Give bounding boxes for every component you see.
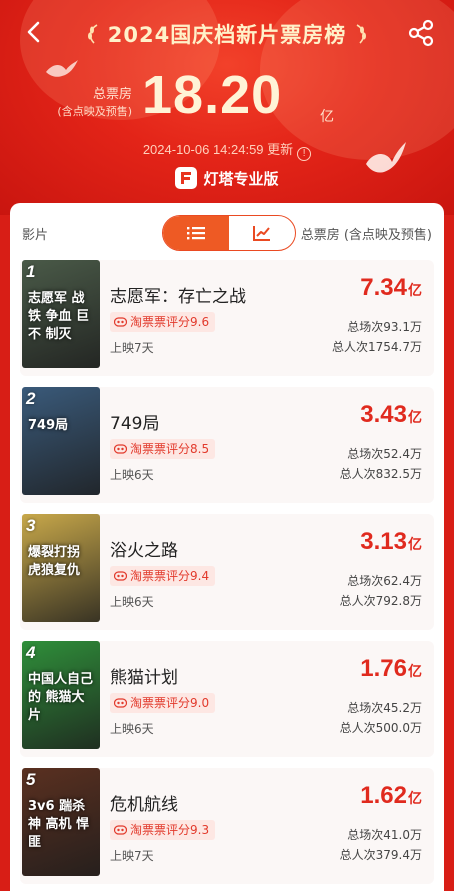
movie-gross: 3.13亿 xyxy=(360,528,422,556)
brand-name: 灯塔专业版 xyxy=(203,169,279,188)
page-title: 2024国庆档新片票房榜 xyxy=(107,23,347,47)
session-count: 总场次45.2万 xyxy=(347,701,422,715)
rating-text: 淘票票评分8.5 xyxy=(130,442,210,456)
movie-gross-unit: 亿 xyxy=(408,282,422,298)
column-gross-label: 总票房 (含点映及预售) xyxy=(300,228,432,243)
rating-text: 淘票票评分9.6 xyxy=(130,315,210,329)
total-box-office-unit: 亿 xyxy=(320,109,334,125)
movie-gross-value: 7.34 xyxy=(360,274,407,301)
movie-gross-unit: 亿 xyxy=(408,663,422,679)
rating-badge: 淘票票评分9.4 xyxy=(110,566,216,586)
total-box-office-label: 总票房 xyxy=(92,87,132,102)
info-icon[interactable]: ! xyxy=(297,147,312,161)
rank-number: 5 xyxy=(26,770,36,789)
rating-badge: 淘票票评分8.5 xyxy=(110,439,216,459)
movie-title: 危机航线 xyxy=(110,795,178,815)
session-count: 总场次62.4万 xyxy=(347,574,422,588)
release-days: 上映7天 xyxy=(110,341,154,355)
total-box-office-note: (含点映及预售) xyxy=(57,105,132,118)
rating-badge: 淘票票评分9.3 xyxy=(110,820,216,840)
movie-poster: 1 志愿军 战铁 争血 巨不 制灭 xyxy=(22,260,100,368)
viewer-count: 总人次1754.7万 xyxy=(332,340,422,354)
taopiaopiao-icon xyxy=(114,571,127,581)
rating-text: 淘票票评分9.4 xyxy=(130,569,210,583)
release-days: 上映6天 xyxy=(110,722,154,736)
release-days: 上映7天 xyxy=(110,849,154,863)
laurel-left-icon xyxy=(87,24,98,44)
movie-gross: 3.43亿 xyxy=(360,401,422,429)
taopiaopiao-icon xyxy=(114,444,127,454)
movie-row[interactable]: 1 志愿军 战铁 争血 巨不 制灭 志愿军：存亡之战 淘票票评分9.6 上映7天… xyxy=(20,260,434,376)
top-bar: 2024国庆档新片票房榜 xyxy=(0,14,454,54)
movie-row[interactable]: 5 3v6 踹杀神 高机 悍匪 危机航线 淘票票评分9.3 上映7天 1.62亿… xyxy=(20,768,434,884)
movie-title: 熊猫计划 xyxy=(110,668,178,688)
back-arrow-icon[interactable] xyxy=(20,18,48,46)
viewer-count: 总人次379.4万 xyxy=(339,848,422,862)
poster-caption: 中国人自己的 熊猫大片 xyxy=(28,672,94,723)
movie-title: 浴火之路 xyxy=(110,541,178,561)
movie-gross-value: 1.62 xyxy=(360,782,407,809)
chart-view-tab[interactable] xyxy=(229,216,295,250)
session-count: 总场次52.4万 xyxy=(347,447,422,461)
rank-number: 2 xyxy=(26,389,36,408)
poster-caption: 志愿军 战铁 争血 巨不 制灭 xyxy=(28,291,90,342)
update-time-text: 2024-10-06 14:24:59 更新 xyxy=(142,142,294,157)
movie-row[interactable]: 4 中国人自己的 熊猫大片 熊猫计划 淘票票评分9.0 上映6天 1.76亿 总… xyxy=(20,641,434,757)
rating-text: 淘票票评分9.0 xyxy=(130,696,210,710)
movie-gross-unit: 亿 xyxy=(408,536,422,552)
movie-gross-value: 3.43 xyxy=(360,401,407,428)
page-title-group: 2024国庆档新片票房榜 xyxy=(62,18,392,50)
release-days: 上映6天 xyxy=(110,468,154,482)
movie-row[interactable]: 2 749局 749局 淘票票评分8.5 上映6天 3.43亿 总场次52.4万… xyxy=(20,387,434,503)
movie-poster: 4 中国人自己的 熊猫大片 xyxy=(22,641,100,749)
viewer-count: 总人次792.8万 xyxy=(339,594,422,608)
list-view-tab[interactable] xyxy=(163,216,229,250)
movie-gross: 7.34亿 xyxy=(360,274,422,302)
rank-number: 3 xyxy=(26,516,36,535)
column-film-label: 影片 xyxy=(22,228,49,243)
movie-gross-unit: 亿 xyxy=(408,409,422,425)
release-days: 上映6天 xyxy=(110,595,154,609)
laurel-right-icon xyxy=(356,24,367,44)
taopiaopiao-icon xyxy=(114,317,127,327)
trend-chart-icon xyxy=(253,226,270,241)
ranking-card: 影片 总票房 (含点映及预售) 1 志愿军 战铁 争血 巨不 制灭 志愿军：存亡… xyxy=(10,203,444,891)
poster-caption: 爆裂打拐 虎狼复仇 xyxy=(28,545,81,578)
rank-number: 1 xyxy=(26,262,36,281)
movie-gross-value: 3.13 xyxy=(360,528,407,555)
movie-gross: 1.62亿 xyxy=(360,782,422,810)
movie-poster: 5 3v6 踹杀神 高机 悍匪 xyxy=(22,768,100,876)
rating-text: 淘票票评分9.3 xyxy=(130,823,210,837)
taopiaopiao-icon xyxy=(114,698,127,708)
brand-badge: 灯塔专业版 xyxy=(0,167,454,189)
share-icon[interactable] xyxy=(406,18,436,48)
movie-poster: 2 749局 xyxy=(22,387,100,495)
poster-caption: 3v6 踹杀神 高机 悍匪 xyxy=(28,799,90,850)
taopiaopiao-icon xyxy=(114,825,127,835)
viewer-count: 总人次832.5万 xyxy=(339,467,422,481)
movie-title: 志愿军：存亡之战 xyxy=(110,287,246,307)
viewer-count: 总人次500.0万 xyxy=(339,721,422,735)
rank-number: 4 xyxy=(26,643,36,662)
rating-badge: 淘票票评分9.0 xyxy=(110,693,216,713)
movie-gross: 1.76亿 xyxy=(360,655,422,683)
movie-gross-value: 1.76 xyxy=(360,655,407,682)
session-count: 总场次93.1万 xyxy=(347,320,422,334)
session-count: 总场次41.0万 xyxy=(347,828,422,842)
view-toggle xyxy=(162,215,296,251)
list-icon xyxy=(187,227,205,240)
movie-poster: 3 爆裂打拐 虎狼复仇 xyxy=(22,514,100,622)
rating-badge: 淘票票评分9.6 xyxy=(110,312,216,332)
dengta-logo-icon xyxy=(175,167,198,189)
update-time: 2024-10-06 14:24:59 更新! xyxy=(0,139,454,161)
movie-gross-unit: 亿 xyxy=(408,790,422,806)
poster-caption: 749局 xyxy=(28,418,69,433)
movie-row[interactable]: 3 爆裂打拐 虎狼复仇 浴火之路 淘票票评分9.4 上映6天 3.13亿 总场次… xyxy=(20,514,434,630)
movie-title: 749局 xyxy=(110,414,160,434)
total-box-office-value: 18.20 xyxy=(142,65,283,125)
dove-left-icon xyxy=(46,60,78,77)
